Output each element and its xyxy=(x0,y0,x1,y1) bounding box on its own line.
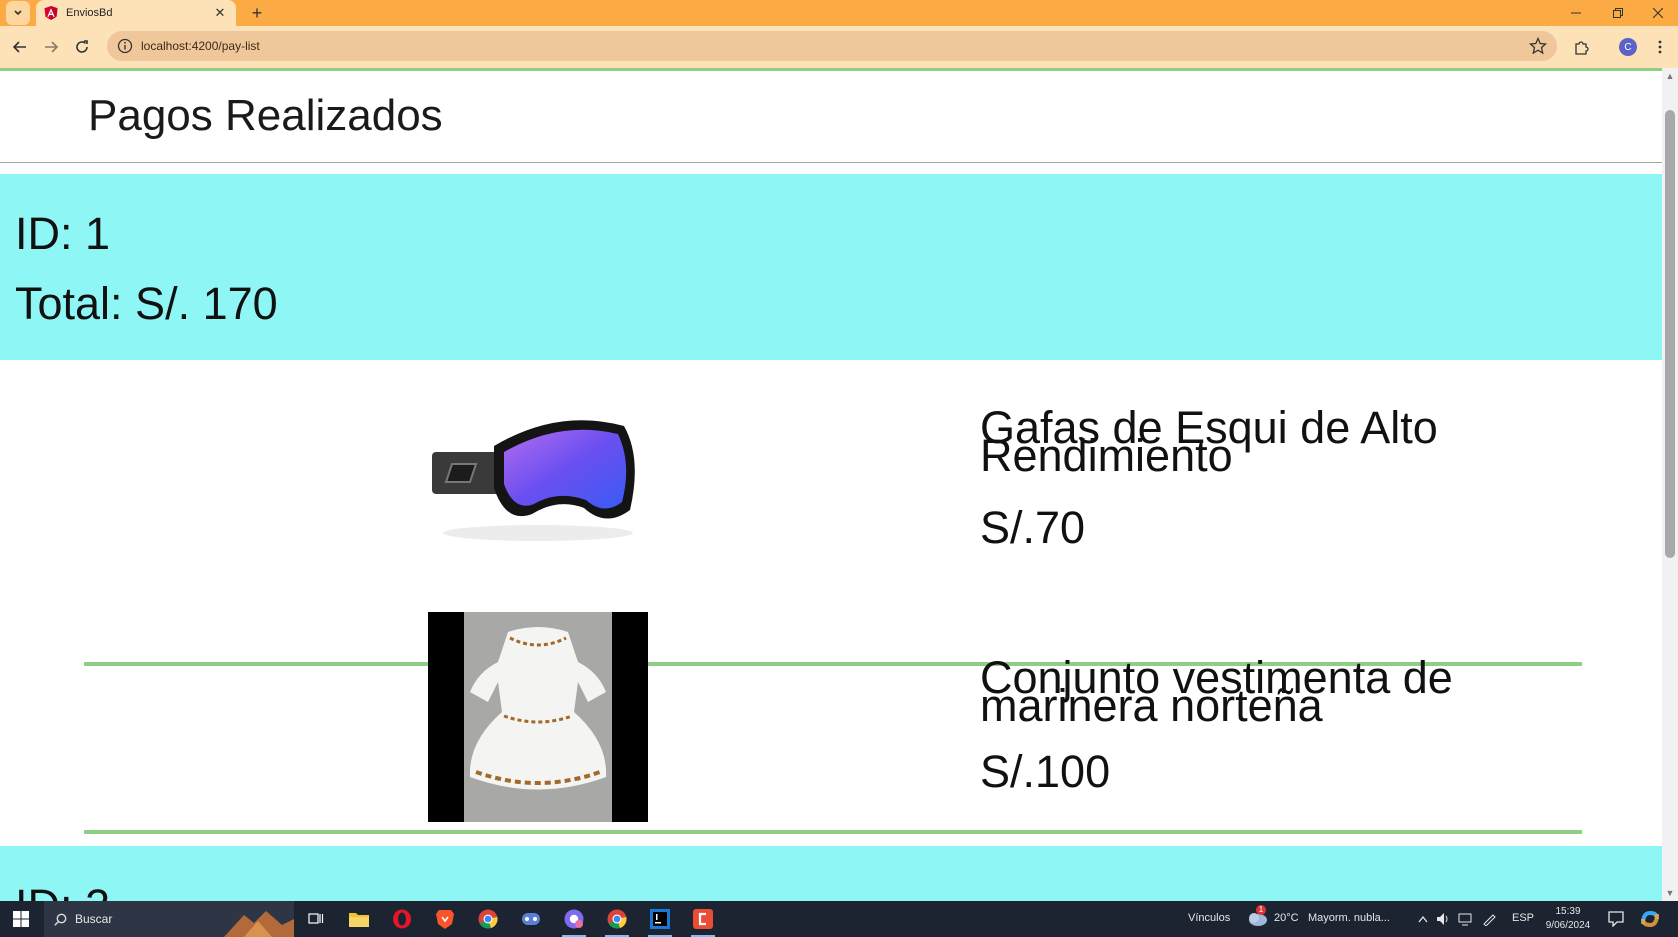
browser-tab[interactable]: EnviosBd ✕ xyxy=(36,0,236,26)
new-tab-button[interactable]: + xyxy=(246,2,268,24)
payment-id: ID: 1 xyxy=(15,208,111,259)
back-button[interactable] xyxy=(8,35,32,59)
taskbar: Buscar Vínculos 1 20°C Mayorm. nubla... xyxy=(0,901,1678,937)
payment-total: Total: S/. 170 xyxy=(15,278,278,329)
close-window-button[interactable] xyxy=(1638,0,1678,26)
close-tab-icon[interactable]: ✕ xyxy=(212,5,228,21)
taskbar-chrome-active[interactable] xyxy=(597,901,637,937)
puzzle-icon xyxy=(1575,41,1589,55)
close-icon xyxy=(1653,8,1663,18)
opera-icon xyxy=(393,909,411,929)
site-info-icon[interactable] xyxy=(117,38,133,54)
angular-logo-icon xyxy=(44,6,58,20)
search-highlight-image xyxy=(224,911,294,937)
restore-icon xyxy=(1613,8,1623,18)
more-vertical-icon xyxy=(1658,40,1662,54)
code-editor-icon xyxy=(693,909,713,929)
item-name: Conjunto vestimenta de marinera norteña xyxy=(980,652,1453,731)
item-price: S/.70 xyxy=(980,502,1086,553)
start-button[interactable] xyxy=(0,901,42,937)
payment-card: ID: 2 xyxy=(0,846,1662,901)
browser-toolbar: localhost:4200/pay-list C xyxy=(0,26,1678,68)
taskbar-file-explorer[interactable] xyxy=(339,901,379,937)
browser-menu-button[interactable] xyxy=(1648,35,1672,59)
system-clock[interactable]: 15:39 9/06/2024 xyxy=(1540,905,1596,933)
taskbar-app-game[interactable] xyxy=(511,901,551,937)
search-icon xyxy=(54,913,67,926)
taskbar-opera[interactable] xyxy=(382,901,422,937)
brave-icon xyxy=(436,910,454,929)
profile-button[interactable]: C xyxy=(1616,35,1640,59)
payment-card: ID: 1 Total: S/. 170 xyxy=(0,174,1662,360)
taskbar-brave[interactable] xyxy=(425,901,465,937)
arrow-right-icon xyxy=(45,41,58,53)
page-title: Pagos Realizados xyxy=(88,91,443,140)
weather-temp[interactable]: 20°C xyxy=(1274,912,1299,924)
taskbar-chrome[interactable] xyxy=(468,901,508,937)
reload-icon xyxy=(76,40,88,53)
product-image-marinera-dress xyxy=(428,612,648,822)
page-scrollbar[interactable]: ▲ ▼ xyxy=(1662,68,1678,901)
network-icon[interactable] xyxy=(1458,912,1474,926)
game-controller-icon xyxy=(522,913,540,925)
url-text[interactable]: localhost:4200/pay-list xyxy=(141,39,1529,53)
copilot-icon[interactable] xyxy=(1640,909,1660,929)
extensions-button[interactable] xyxy=(1570,35,1594,59)
tab-search-button[interactable] xyxy=(6,1,30,25)
page-header: Pagos Realizados xyxy=(0,71,1662,163)
chevron-up-icon[interactable] xyxy=(1418,915,1428,923)
minimize-icon xyxy=(1571,12,1581,14)
clock-time: 15:39 xyxy=(1555,906,1581,917)
clock-date: 9/06/2024 xyxy=(1545,920,1591,931)
pen-icon[interactable] xyxy=(1482,912,1496,926)
intellij-icon xyxy=(650,909,670,929)
search-placeholder: Buscar xyxy=(75,912,113,926)
taskbar-intellij[interactable] xyxy=(640,901,680,937)
arrow-left-icon xyxy=(13,41,26,53)
links-toolbar-label[interactable]: Vínculos xyxy=(1188,912,1230,924)
task-view-button[interactable] xyxy=(296,901,336,937)
address-bar[interactable]: localhost:4200/pay-list xyxy=(107,31,1557,61)
chrome-profile-icon xyxy=(564,909,584,929)
item-separator xyxy=(84,830,1582,834)
task-view-icon xyxy=(308,913,324,924)
page-viewport: Pagos Realizados ID: 1 Total: S/. 170 Ga… xyxy=(0,68,1678,901)
tab-title: EnviosBd xyxy=(66,7,113,19)
forward-button[interactable] xyxy=(39,35,63,59)
language-indicator[interactable]: ESP xyxy=(1512,912,1534,924)
windows-logo-icon xyxy=(13,911,29,927)
reload-button[interactable] xyxy=(70,35,94,59)
volume-icon[interactable] xyxy=(1436,912,1450,926)
scroll-down-arrow-icon[interactable]: ▼ xyxy=(1662,885,1678,901)
restore-button[interactable] xyxy=(1598,0,1638,26)
taskbar-app-red[interactable] xyxy=(683,901,723,937)
taskbar-search[interactable]: Buscar xyxy=(44,901,294,937)
bookmark-star-icon[interactable] xyxy=(1529,37,1547,55)
weather-alert-badge: 1 xyxy=(1256,905,1266,915)
notifications-icon[interactable] xyxy=(1608,911,1624,927)
tab-strip: EnviosBd ✕ + xyxy=(0,0,1678,26)
item-price: S/.100 xyxy=(980,746,1111,797)
chevron-down-icon xyxy=(14,10,22,16)
taskbar-chrome-profile[interactable] xyxy=(554,901,594,937)
product-image-ski-goggles xyxy=(428,368,648,578)
scroll-up-arrow-icon[interactable]: ▲ xyxy=(1662,68,1678,84)
scroll-thumb[interactable] xyxy=(1665,110,1675,558)
item-name: Gafas de Esqui de Alto Rendimiento xyxy=(980,402,1438,481)
chrome-icon xyxy=(478,909,498,929)
avatar: C xyxy=(1619,38,1637,56)
payment-id: ID: 2 xyxy=(15,880,110,901)
minimize-button[interactable] xyxy=(1556,0,1596,26)
weather-description[interactable]: Mayorm. nubla... xyxy=(1308,912,1390,924)
chrome-icon xyxy=(607,909,627,929)
folder-icon xyxy=(349,913,369,927)
